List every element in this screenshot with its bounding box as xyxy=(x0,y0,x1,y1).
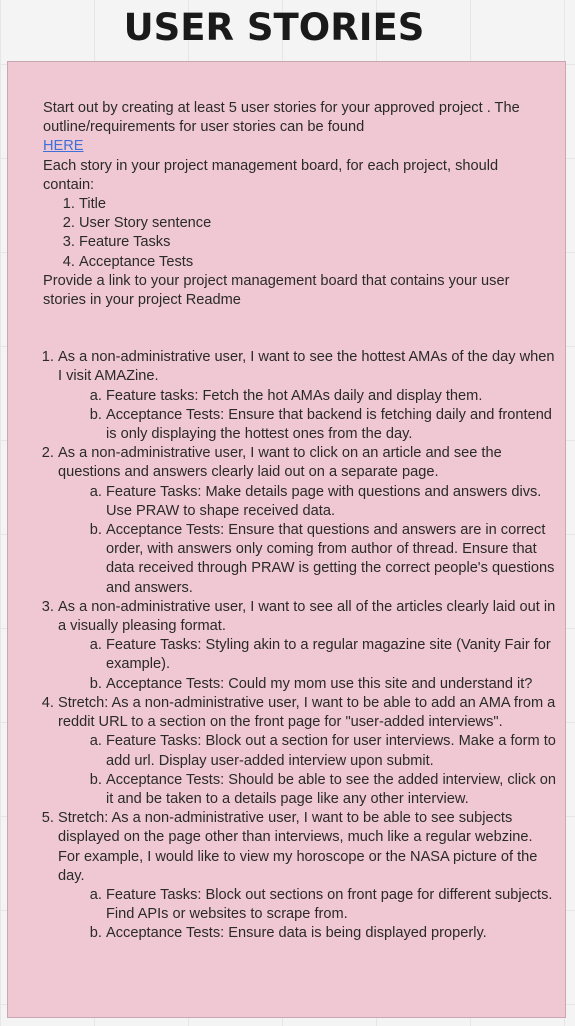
story-text: Stretch: As a non-administrative user, I… xyxy=(58,694,556,731)
story-text: Stretch: As a non-administrative user, I… xyxy=(58,810,538,884)
story-item: As a non-administrative user, I want to … xyxy=(58,444,556,598)
requirement-item: Acceptance Tests xyxy=(79,253,543,272)
feature-tasks: Feature Tasks: Styling akin to a regular… xyxy=(106,636,556,674)
card-content: Start out by creating at least 5 user st… xyxy=(43,99,556,944)
story-item: As a non-administrative user, I want to … xyxy=(58,598,556,694)
acceptance-tests: Acceptance Tests: Should be able to see … xyxy=(106,771,556,809)
story-text: As a non-administrative user, I want to … xyxy=(58,349,555,385)
story-sub-list: Feature Tasks: Block out a section for u… xyxy=(58,732,556,809)
here-link[interactable]: HERE xyxy=(43,138,84,154)
contains-paragraph: Each story in your project management bo… xyxy=(43,157,499,193)
user-stories-list: As a non-administrative user, I want to … xyxy=(42,348,556,943)
story-sub-list: Feature Tasks: Styling akin to a regular… xyxy=(58,636,556,694)
requirement-item: Feature Tasks xyxy=(79,233,543,252)
story-item: Stretch: As a non-administrative user, I… xyxy=(58,694,556,809)
sticky-note-card[interactable]: Start out by creating at least 5 user st… xyxy=(7,61,566,1018)
intro-text: Start out by creating at least 5 user st… xyxy=(43,100,520,136)
feature-tasks: Feature Tasks: Block out a section for u… xyxy=(106,732,556,770)
acceptance-tests: Acceptance Tests: Ensure data is being d… xyxy=(106,924,556,943)
feature-tasks: Feature tasks: Fetch the hot AMAs daily … xyxy=(106,387,556,406)
story-sub-list: Feature Tasks: Block out sections on fro… xyxy=(58,886,556,944)
requirement-item: User Story sentence xyxy=(79,214,543,233)
feature-tasks: Feature Tasks: Make details page with qu… xyxy=(106,483,556,521)
feature-tasks: Feature Tasks: Block out sections on fro… xyxy=(106,886,556,924)
story-item: Stretch: As a non-administrative user, I… xyxy=(58,809,556,943)
page-title: USER STORIES xyxy=(123,6,425,49)
acceptance-tests: Acceptance Tests: Ensure that backend is… xyxy=(106,406,556,444)
requirement-item: Title xyxy=(79,195,543,214)
requirements-list: Title User Story sentence Feature Tasks … xyxy=(43,195,543,272)
story-item: As a non-administrative user, I want to … xyxy=(58,348,556,444)
story-sub-list: Feature Tasks: Make details page with qu… xyxy=(58,483,556,598)
story-sub-list: Feature tasks: Fetch the hot AMAs daily … xyxy=(58,387,556,445)
acceptance-tests: Acceptance Tests: Could my mom use this … xyxy=(106,675,556,694)
story-text: As a non-administrative user, I want to … xyxy=(58,598,556,635)
acceptance-tests: Acceptance Tests: Ensure that questions … xyxy=(106,521,556,598)
intro-paragraph: Start out by creating at least 5 user st… xyxy=(43,99,543,157)
readme-paragraph: Provide a link to your project managemen… xyxy=(43,272,510,309)
story-text: As a non-administrative user, I want to … xyxy=(58,445,502,481)
